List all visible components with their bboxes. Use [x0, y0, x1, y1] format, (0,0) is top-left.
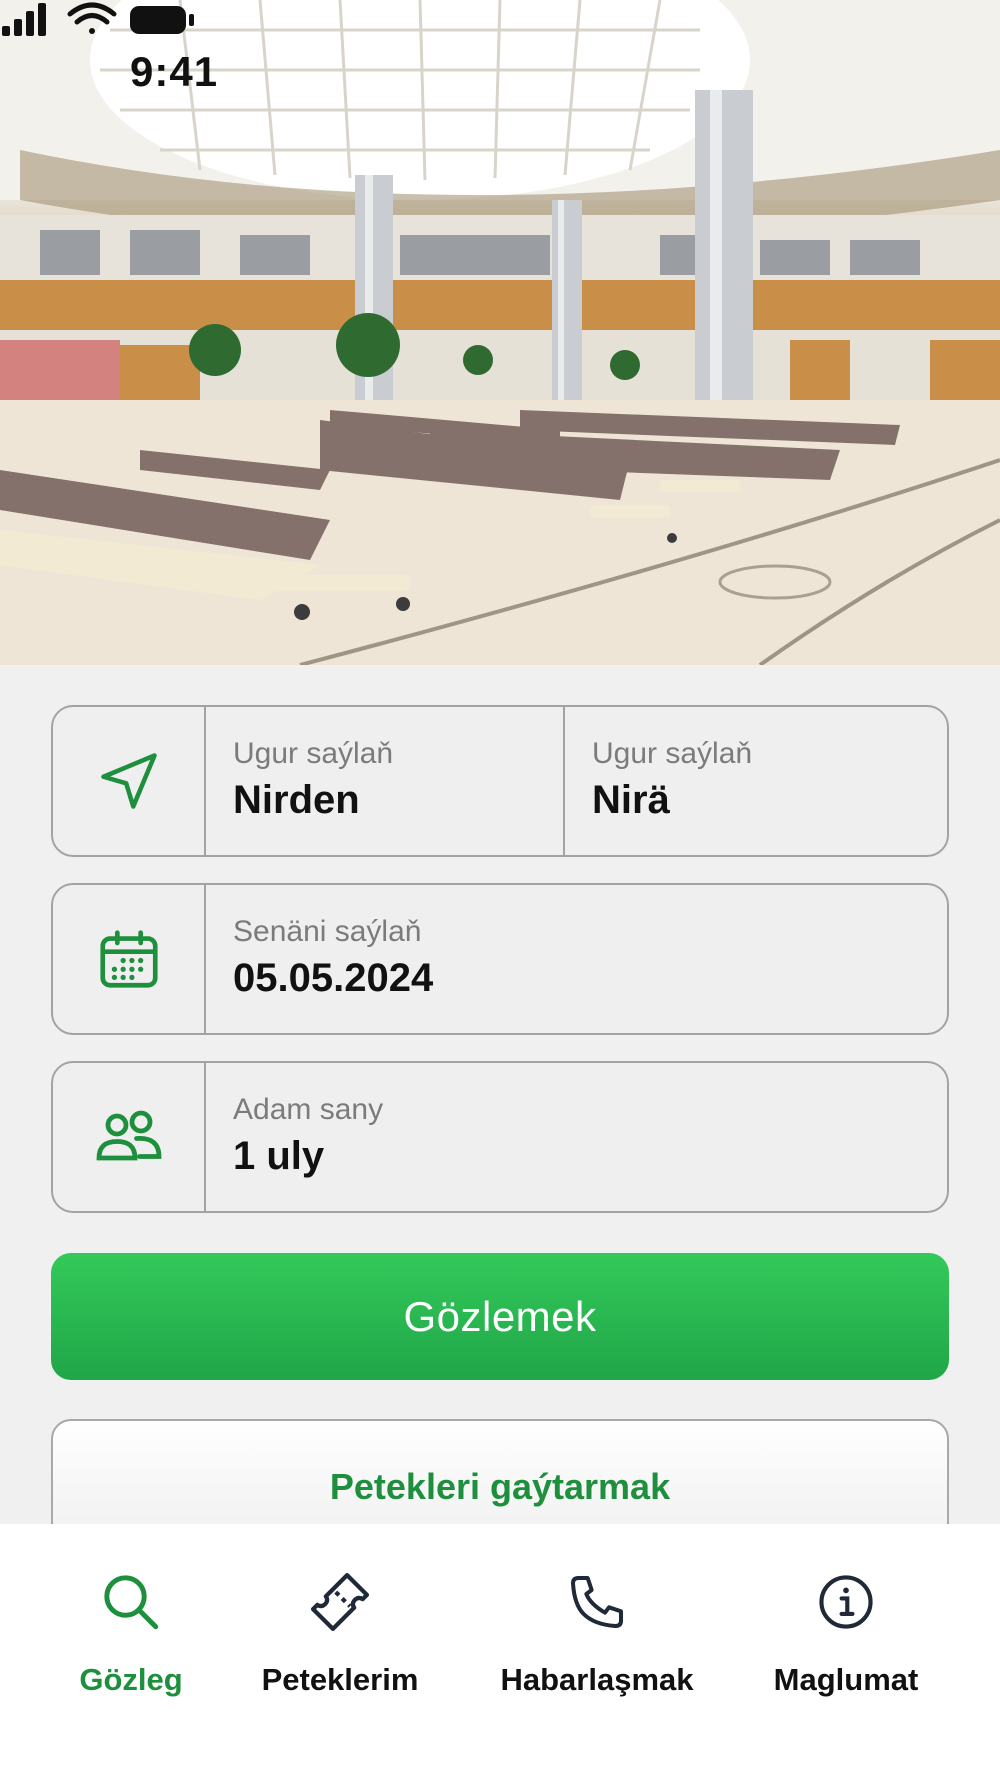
from-field[interactable]: Ugur saýlaň Nirden: [206, 707, 563, 855]
status-icons: [2, 2, 194, 36]
route-card: Ugur saýlaň Nirden Ugur saýlaň Nirä: [51, 705, 949, 857]
passengers-field-label: Adam sany: [233, 1093, 384, 1126]
to-field-value: Nirä: [592, 778, 670, 822]
hero-image: 9:41: [0, 0, 1000, 665]
status-time: 9:41: [130, 48, 219, 95]
passengers-card[interactable]: Adam sany 1 uly: [51, 1061, 949, 1213]
tab-my-tickets-label: Peteklerim: [261, 1662, 419, 1697]
route-icon-cell: [53, 707, 206, 855]
from-field-label: Ugur saýlaň: [233, 737, 394, 770]
info-icon: [819, 1575, 873, 1629]
tab-search[interactable]: Gözleg: [58, 1564, 204, 1698]
calendar-icon: [99, 930, 158, 988]
date-field[interactable]: Senäni saýlaň 05.05.2024: [206, 885, 947, 1033]
ticket-icon: [310, 1572, 370, 1632]
cellular-signal-icon: [2, 3, 46, 36]
date-field-label: Senäni saýlaň: [233, 915, 422, 948]
phone-icon: [571, 1576, 623, 1628]
passengers-field-value: 1 uly: [233, 1134, 325, 1178]
from-field-value: Nirden: [233, 778, 360, 822]
date-card[interactable]: Senäni saýlaň 05.05.2024: [51, 883, 949, 1035]
tab-info-label: Maglumat: [773, 1662, 919, 1697]
wifi-icon: [67, 2, 117, 34]
battery-icon: [130, 6, 194, 34]
search-icon: [104, 1575, 159, 1630]
to-field[interactable]: Ugur saýlaň Nirä: [563, 707, 947, 855]
tab-contact-label: Habarlaşmak: [500, 1662, 694, 1697]
to-field-label: Ugur saýlaň: [592, 737, 753, 770]
users-icon: [96, 1110, 161, 1161]
date-field-value: 05.05.2024: [233, 956, 434, 1000]
tab-my-tickets[interactable]: Peteklerim: [245, 1564, 435, 1698]
passengers-icon-cell: [53, 1063, 206, 1211]
tab-bar: Gözleg Peteklerim Habarlaşmak Maglumat: [0, 1524, 1000, 1778]
date-icon-cell: [53, 885, 206, 1033]
search-button[interactable]: Gözlemek: [51, 1253, 949, 1380]
tab-search-label: Gözleg: [79, 1662, 183, 1697]
tab-contact[interactable]: Habarlaşmak: [494, 1564, 700, 1698]
tab-info[interactable]: Maglumat: [768, 1564, 924, 1698]
navigation-arrow-icon: [100, 753, 157, 809]
passengers-field[interactable]: Adam sany 1 uly: [206, 1063, 947, 1211]
status-bar: 9:41: [0, 0, 1000, 150]
